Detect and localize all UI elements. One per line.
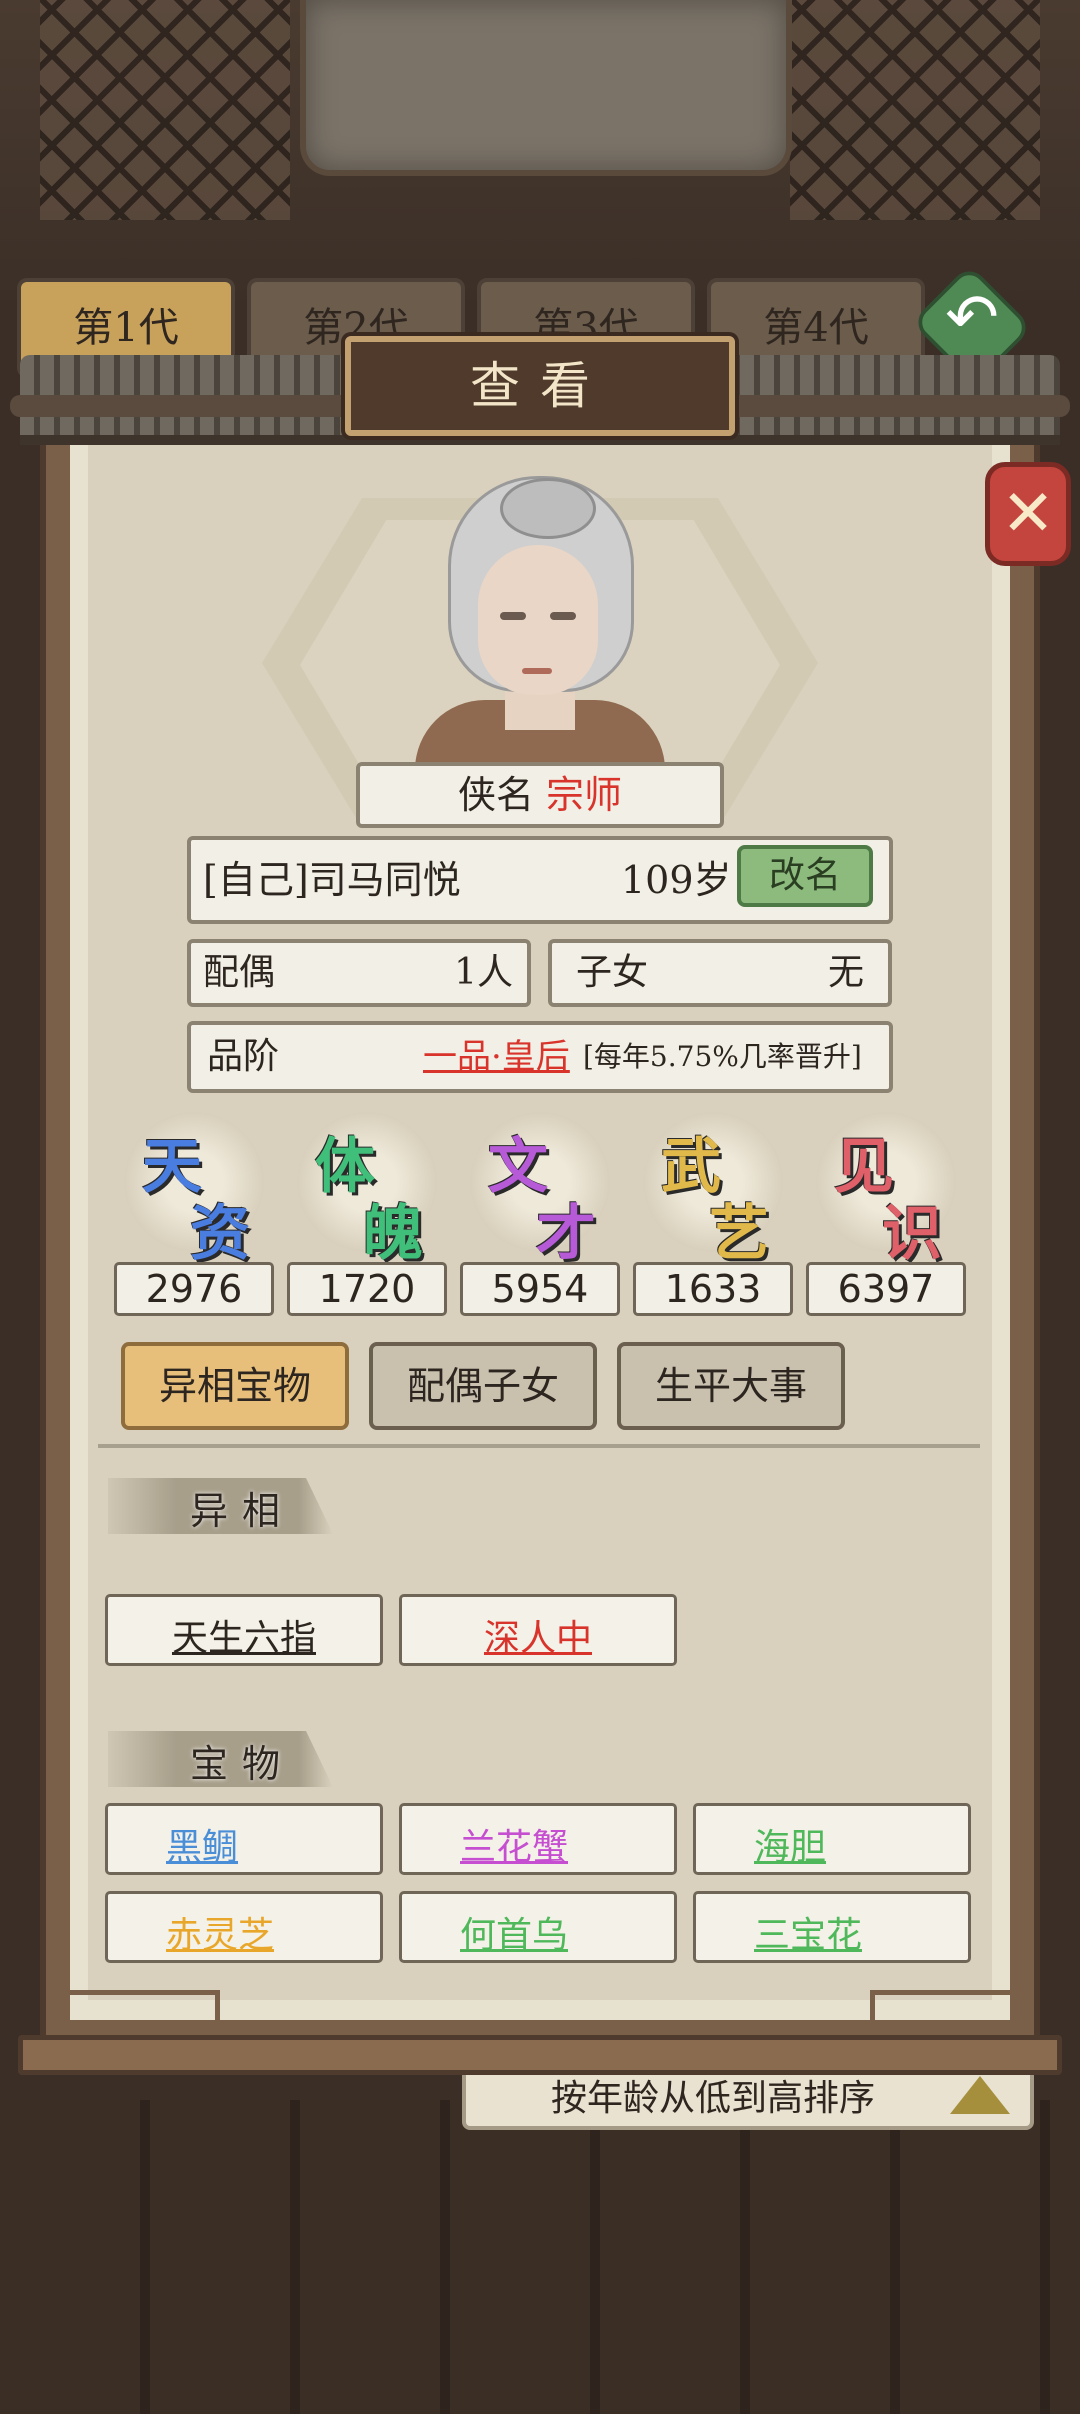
hero-title-label: 侠名 [457, 773, 534, 817]
treasure-label: 三宝花 [754, 1915, 863, 1956]
portrait-hair-bun [500, 478, 596, 539]
section-divider [98, 1444, 980, 1448]
treasure-label: 赤灵芝 [166, 1915, 275, 1956]
tab-spouse-children[interactable]: 配偶子女 [369, 1342, 597, 1430]
close-icon: ✕ [1001, 477, 1055, 551]
character-age: 109岁 [621, 858, 732, 902]
sort-triangle-icon[interactable] [950, 2076, 1010, 2114]
treasure-item[interactable]: 何首乌 [399, 1891, 677, 1963]
rank-row: 品阶 一品·皇后 [每年5.75%几率晋升] [187, 1021, 893, 1093]
stat-martial-value: 1633 [633, 1262, 793, 1316]
stat-literary-char-2: 才 [536, 1199, 596, 1269]
children-count: 无 [827, 952, 864, 993]
stat-aptitude-value: 2976 [114, 1262, 274, 1316]
treasures-section-title: 宝物 [190, 1742, 295, 1786]
stat-insight-value: 6397 [806, 1262, 966, 1316]
treasure-label: 黑鲷 [166, 1827, 239, 1868]
hero-title-value: 宗师 [546, 773, 623, 817]
treasure-item[interactable]: 赤灵芝 [105, 1891, 383, 1963]
dialog-title: 查看 [470, 357, 610, 415]
background-bottom [0, 2100, 1080, 2414]
portrait-neck [505, 690, 575, 730]
children-row: 子女 无 [548, 939, 892, 1007]
treasure-item[interactable]: 兰花蟹 [399, 1803, 677, 1875]
tab-traits-treasures[interactable]: 异相宝物 [121, 1342, 349, 1430]
trait-item[interactable]: 天生六指 [105, 1594, 383, 1666]
trait-item[interactable]: 深人中 [399, 1594, 677, 1666]
hero-title-box: 侠名 宗师 [356, 762, 724, 828]
traits-section-title: 异相 [190, 1489, 295, 1533]
spouse-label: 配偶 [203, 952, 276, 993]
tab-life-events[interactable]: 生平大事 [617, 1342, 845, 1430]
portrait-eye-right [550, 612, 576, 620]
stat-insight-char-2: 识 [882, 1199, 942, 1269]
stat-literary-value: 5954 [460, 1262, 620, 1316]
treasure-item[interactable]: 黑鲷 [105, 1803, 383, 1875]
lattice-window-right [790, 0, 1040, 220]
spouse-row: 配偶 1人 [187, 939, 531, 1007]
trait-label: 深人中 [483, 1618, 592, 1659]
stat-aptitude-char-2: 资 [190, 1199, 250, 1269]
back-arrow-icon: ↶ [945, 281, 999, 355]
stat-physique-char-2: 魄 [363, 1199, 423, 1269]
character-name: [自己]司马同悦 [203, 858, 461, 902]
stat-martial-char-2: 艺 [709, 1199, 769, 1269]
rank-label: 品阶 [207, 1036, 280, 1077]
lattice-window-left [40, 0, 290, 220]
rank-value[interactable]: 一品·皇后 [423, 1025, 570, 1089]
treasure-item[interactable]: 三宝花 [693, 1891, 971, 1963]
painting-window [300, 0, 792, 176]
rank-promotion-note: [每年5.75%几率晋升] [583, 1040, 862, 1073]
portrait-mouth [522, 668, 552, 674]
treasure-label: 何首乌 [460, 1915, 569, 1956]
portrait-eye-left [500, 612, 526, 620]
children-label: 子女 [576, 952, 649, 993]
close-button[interactable]: ✕ [985, 462, 1071, 566]
trait-label: 天生六指 [171, 1618, 316, 1659]
stat-physique-value: 1720 [287, 1262, 447, 1316]
rename-button[interactable]: 改名 [737, 845, 873, 907]
dialog-frame-bottom [18, 2035, 1062, 2075]
treasure-label: 海胆 [754, 1827, 827, 1868]
treasure-label: 兰花蟹 [460, 1827, 569, 1868]
spouse-count: 1人 [454, 952, 513, 993]
treasure-item[interactable]: 海胆 [693, 1803, 971, 1875]
